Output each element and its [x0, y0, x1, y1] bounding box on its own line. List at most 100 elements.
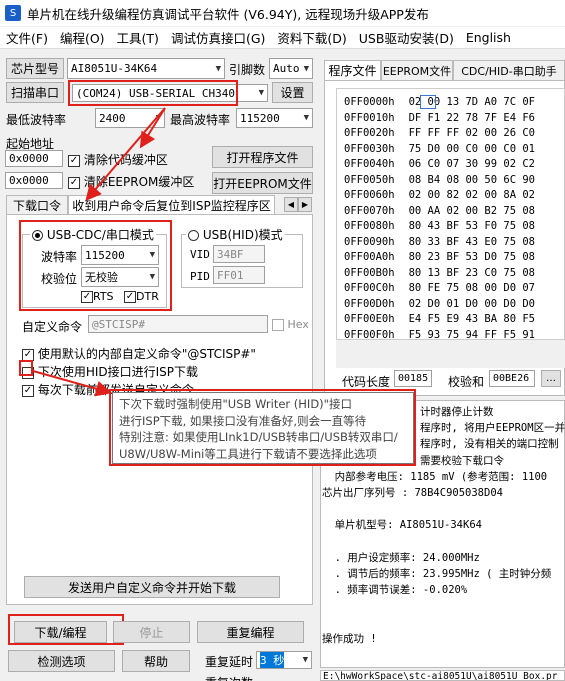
- more-icon[interactable]: …: [541, 370, 561, 387]
- vid-input[interactable]: 34BF: [213, 245, 265, 263]
- hex-footer: [336, 340, 565, 368]
- hex-row: 0FF0070h 00 AA 02 00 B2 75 08: [344, 205, 535, 217]
- highlight-hid-checkbox: [19, 360, 33, 376]
- menu-tools[interactable]: 工具(T): [111, 28, 165, 47]
- chevron-down-icon: ▼: [258, 88, 264, 98]
- tab-program-file[interactable]: 程序文件: [324, 60, 381, 80]
- code-length-value: 00185: [394, 370, 432, 387]
- hex-address: 0FF0050h: [344, 173, 395, 186]
- custom-command-input[interactable]: @STCISP#: [88, 315, 268, 333]
- clear-eeprom-option[interactable]: ✓ 清除EEPROM缓冲区: [68, 173, 194, 190]
- app-icon: S: [5, 5, 21, 21]
- hex-address: 0FF0030h: [344, 142, 395, 155]
- hex-address: 0FF00D0h: [344, 297, 395, 310]
- pin-value: Auto: [273, 62, 300, 75]
- hex-bytes: 00 AA 02 00 B2 75 08: [408, 204, 536, 217]
- chevron-down-icon: ▼: [155, 113, 161, 123]
- check-options-button[interactable]: 检测选项: [8, 650, 115, 672]
- hex-address: 0FF0020h: [344, 127, 395, 139]
- open-eeprom-button[interactable]: 打开EEPROM文件: [212, 172, 313, 194]
- hex-address: 0FF00F0h: [344, 328, 395, 341]
- clear-code-option[interactable]: ✓ 清除代码缓冲区: [68, 151, 168, 168]
- stop-button[interactable]: 停止: [113, 621, 190, 643]
- log-line: 操作成功 !: [322, 632, 377, 645]
- repeat-delay-select[interactable]: 3 秒 ▼: [256, 651, 312, 669]
- hex-label: Hex: [287, 318, 309, 331]
- tab-eeprom-file[interactable]: EEPROM文件: [381, 60, 453, 80]
- hex-bytes: 80 FE 75 08 00 D0 07: [408, 282, 536, 294]
- menu-file[interactable]: 文件(F): [0, 28, 54, 47]
- repeat-count-label: 重复次数: [205, 674, 253, 681]
- tab-reset-to-isp[interactable]: 收到用户命令后复位到ISP监控程序区: [68, 195, 275, 214]
- send-custom-command-button[interactable]: 发送用户自定义命令并开始下载: [24, 576, 280, 598]
- pid-value: FF01: [217, 268, 244, 282]
- hex-row: 0FF0060h 02 00 82 02 00 8A 02: [344, 189, 535, 201]
- menu-usb-driver[interactable]: USB驱动安装(D): [353, 28, 460, 47]
- hex-row: 0FF0000h 02 00 13 7D A0 7C 0F: [344, 96, 535, 108]
- hex-option[interactable]: Hex: [272, 318, 309, 331]
- open-program-button[interactable]: 打开程序文件: [212, 146, 313, 168]
- checkbox-checked-icon: ✓: [22, 348, 34, 361]
- tab-scroll-right-icon[interactable]: ▶: [298, 197, 312, 212]
- hex-row: 0FF0040h 06 C0 07 30 99 02 C2: [344, 158, 535, 170]
- min-baud-label: 最低波特率: [6, 113, 67, 127]
- repeat-delay-value: 3 秒: [260, 652, 285, 668]
- hex-bytes: 08 B4 08 00 50 6C 90: [408, 173, 536, 186]
- pid-label: PID: [190, 270, 210, 283]
- help-button[interactable]: 帮助: [122, 650, 190, 672]
- menu-downloads[interactable]: 资料下载(D): [271, 28, 352, 47]
- checkbox-checked-icon: ✓: [22, 384, 34, 397]
- hex-address: 0FF00B0h: [344, 266, 395, 279]
- hex-bytes: 80 33 BF 43 E0 75 08: [408, 235, 536, 248]
- scan-port-button[interactable]: 扫描串口: [6, 82, 64, 103]
- log-line: . 调节后的频率: 23.995MHz ( 主时钟分频: [322, 568, 552, 580]
- clear-code-label: 清除代码缓冲区: [83, 153, 168, 167]
- min-baud-select[interactable]: 2400 ▼: [95, 108, 165, 128]
- highlight-download: [8, 614, 124, 645]
- menu-program[interactable]: 编程(O): [54, 28, 111, 47]
- hex-bytes: F5 93 75 94 FF F5 91: [408, 328, 536, 341]
- chip-value: AI8051U-34K64: [71, 62, 158, 75]
- checksum-label: 校验和: [448, 375, 485, 389]
- use-hid-next-option[interactable]: 下次使用HID接口进行ISP下载: [22, 363, 198, 380]
- tab-serial-assistant[interactable]: CDC/HID-串口助手: [453, 60, 565, 80]
- chevron-down-icon: ▼: [303, 113, 309, 123]
- pin-select[interactable]: Auto ▼: [269, 58, 313, 79]
- hex-bytes: 80 43 BF 53 F0 75 08: [408, 220, 536, 232]
- checkbox-checked-icon: ✓: [68, 176, 80, 189]
- log-line: 芯片出厂序列号 : 78B4C905038D04: [322, 487, 503, 499]
- eeprom-address-input[interactable]: 0x0000: [5, 172, 63, 189]
- menu-english[interactable]: English: [460, 30, 517, 45]
- hid-mode-radio[interactable]: USB(HID)模式: [186, 226, 285, 243]
- hex-address: 0FF0070h: [344, 204, 395, 217]
- hex-bytes: 80 23 BF 53 D0 75 08: [408, 251, 536, 263]
- hex-address: 0FF00C0h: [344, 282, 395, 294]
- hex-row: 0FF0010h DF F1 22 78 7F E4 F6: [344, 112, 535, 124]
- settings-button[interactable]: 设置: [272, 82, 313, 103]
- chevron-down-icon: ▼: [302, 655, 308, 665]
- max-baud-select[interactable]: 115200 ▼: [236, 108, 313, 128]
- repeat-program-button[interactable]: 重复编程: [197, 621, 304, 643]
- pid-input[interactable]: FF01: [213, 266, 265, 284]
- default-command-option[interactable]: ✓ 使用默认的内部自定义命令"@STCISP#": [22, 345, 256, 362]
- tab-download-password[interactable]: 下载口令: [6, 195, 68, 214]
- tab-scroll-left-icon[interactable]: ◀: [284, 197, 298, 212]
- menu-debug[interactable]: 调试仿真接口(G): [165, 28, 271, 47]
- hex-bytes: 02 D0 01 D0 00 D0 D0: [408, 297, 536, 310]
- hex-bytes: E4 F5 E9 43 BA 80 F5: [408, 313, 536, 325]
- chip-select[interactable]: AI8051U-34K64 ▼: [67, 58, 225, 79]
- highlight-tooltip: [109, 389, 416, 466]
- hex-row: 0FF00B0h 80 13 BF 23 C0 75 08: [344, 267, 535, 279]
- hex-bytes: 75 D0 00 C0 00 C0 01: [408, 142, 536, 155]
- min-baud-value: 2400: [99, 111, 126, 125]
- hex-address: 0FF0010h: [344, 111, 395, 124]
- custom-command-label: 自定义命令: [22, 320, 83, 334]
- chevron-down-icon: ▼: [215, 63, 221, 74]
- hex-address: 0FF0040h: [344, 158, 395, 170]
- use-hid-next-label: 下次使用HID接口进行ISP下载: [37, 365, 199, 379]
- hex-address: 0FF0090h: [344, 235, 395, 248]
- code-address-input[interactable]: 0x0000: [5, 150, 63, 167]
- highlight-cdc-mode: [19, 220, 172, 311]
- vid-value: 34BF: [217, 247, 244, 261]
- hex-address: 0FF00A0h: [344, 251, 395, 263]
